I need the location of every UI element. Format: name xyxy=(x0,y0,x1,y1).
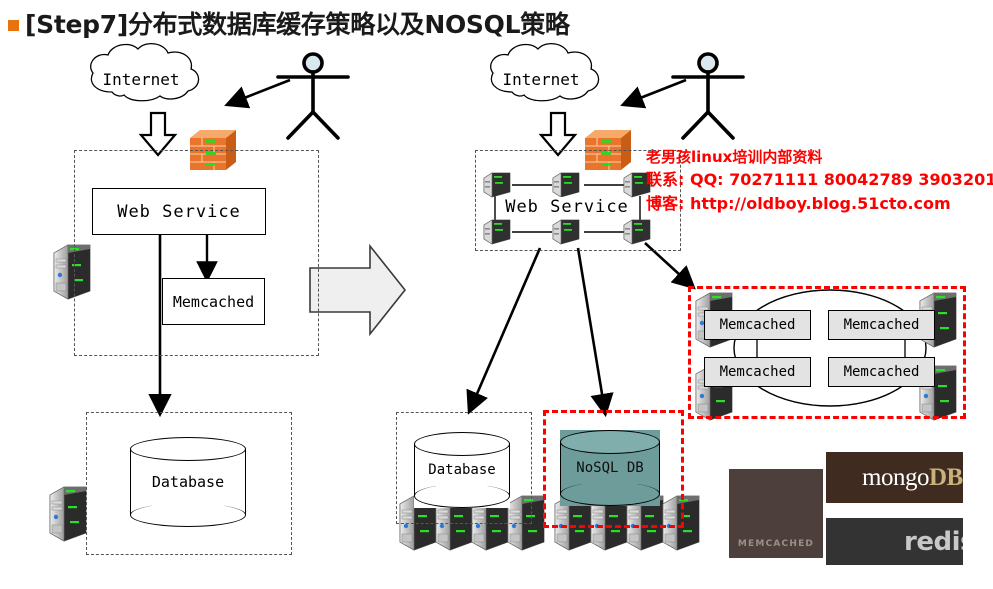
cylinder-top xyxy=(414,432,510,456)
info-block: 老男孩linux培训内部资料 联系: QQ: 70271111 80042789… xyxy=(646,146,993,216)
memcached-cluster-zone xyxy=(688,286,966,419)
cylinder-bottom xyxy=(414,484,510,508)
slide-canvas: [Step7]分布式数据库缓存策略以及NOSQL策略 Internet Inte… xyxy=(0,0,993,589)
redis-logo-text: redis xyxy=(904,526,963,557)
arrow-internet-to-webservice-right xyxy=(539,111,577,157)
title-text: [Step7]分布式数据库缓存策略以及NOSQL策略 xyxy=(25,10,570,39)
mongodb-logo: mongoDB xyxy=(826,452,963,503)
mongodb-logo-text: mongoDB xyxy=(862,464,963,492)
cylinder-bottom xyxy=(130,503,246,527)
title-bullet-icon xyxy=(8,19,19,31)
mongodb-text-accent: DB xyxy=(928,463,963,491)
app-zone-left xyxy=(74,150,319,356)
svg-text:Internet: Internet xyxy=(102,70,179,89)
page-title: [Step7]分布式数据库缓存策略以及NOSQL策略 xyxy=(8,5,570,41)
web-service-box-left[interactable]: Web Service xyxy=(92,188,266,235)
web-service-label-right: Web Service xyxy=(505,197,629,217)
arrow-user-to-internet-right xyxy=(620,78,687,109)
database-label-right: Database xyxy=(428,462,496,478)
nosql-label: NoSQL DB xyxy=(576,460,644,476)
server-icon-db-left xyxy=(49,486,87,542)
mongodb-text-main: mongo xyxy=(862,463,929,491)
cylinder-bottom xyxy=(560,482,660,506)
arrow-internet-to-webservice-left xyxy=(139,111,177,157)
memcached-box-left[interactable]: Memcached xyxy=(162,278,265,325)
memcached-cluster-box-4[interactable]: Memcached xyxy=(828,357,935,387)
actor-user-right xyxy=(671,52,745,140)
info-line-1: 老男孩linux培训内部资料 xyxy=(646,148,823,166)
memcached-cluster-box-3[interactable]: Memcached xyxy=(704,357,811,387)
cylinder-top xyxy=(560,430,660,454)
cloud-internet-right: Internet xyxy=(490,43,600,102)
arrow-web-to-database-right xyxy=(466,247,542,415)
database-cylinder-left[interactable]: Database xyxy=(130,437,246,527)
database-label-left: Database xyxy=(151,473,225,491)
nosql-cylinder[interactable]: NoSQL DB xyxy=(560,430,660,506)
transition-arrow xyxy=(309,243,407,337)
redis-logo: redis xyxy=(826,518,963,565)
info-line-2: 联系: QQ: 70271111 80042789 390320151 xyxy=(646,170,993,189)
cylinder-top xyxy=(130,437,246,461)
cloud-internet-left: Internet xyxy=(90,43,200,102)
database-cylinder-right[interactable]: Database xyxy=(414,432,510,508)
svg-text:Internet: Internet xyxy=(502,70,579,89)
memcached-logo: MEMCACHED xyxy=(729,469,823,558)
memcached-logo-text: MEMCACHED xyxy=(737,539,815,549)
arrow-user-to-internet-left xyxy=(224,78,291,109)
actor-user-left xyxy=(276,52,350,140)
memcached-cluster-box-2[interactable]: Memcached xyxy=(828,310,935,340)
info-line-3: 博客: http://oldboy.blog.51cto.com xyxy=(646,194,951,213)
arrow-web-to-nosql-right xyxy=(576,247,614,418)
memcached-cluster-box-1[interactable]: Memcached xyxy=(704,310,811,340)
